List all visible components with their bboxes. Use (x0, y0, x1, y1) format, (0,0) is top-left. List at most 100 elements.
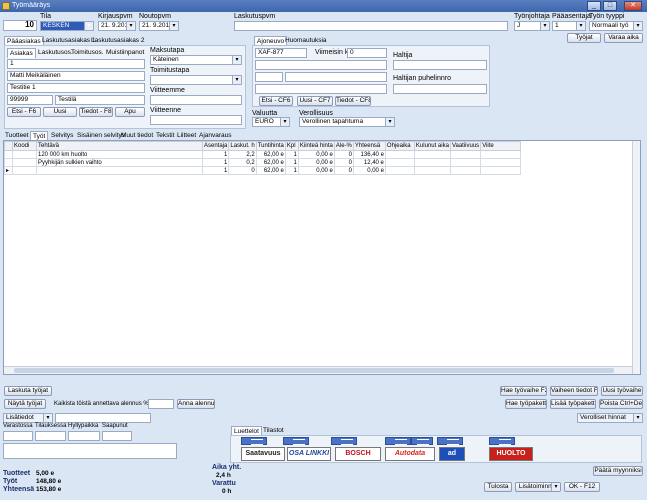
column-header[interactable]: Viite (480, 141, 522, 151)
table-cell[interactable] (480, 166, 522, 175)
hae-tyovaihe-button[interactable]: Hae työvaihe F2 (500, 386, 547, 396)
tyojohtaja-select[interactable]: J (514, 21, 550, 31)
column-header[interactable]: Koodi (12, 141, 37, 151)
horizontal-scrollbar[interactable] (4, 366, 632, 374)
viitteenne-field[interactable] (150, 115, 242, 125)
table-cell[interactable] (36, 166, 203, 175)
table-cell[interactable]: 1 (201, 166, 230, 175)
vehicle-type-field[interactable] (285, 72, 387, 82)
table-cell[interactable] (384, 150, 415, 159)
table-cell[interactable] (449, 150, 482, 159)
subtab-muistiinpanot[interactable]: Muistiinpanot (104, 48, 146, 57)
close-icon[interactable]: ✕ (624, 1, 642, 11)
laskutuspvm-field[interactable] (234, 21, 508, 31)
column-header[interactable]: Ale-% (333, 141, 354, 151)
saatavuus-link[interactable]: Saatavuus (241, 447, 285, 461)
laskuta-tyojat-button[interactable]: Laskuta työjat (4, 386, 52, 396)
anna-alennus-button[interactable]: Anna alennus (177, 399, 215, 409)
column-header[interactable]: Ohjeaika (384, 141, 415, 151)
vehicle-new-button[interactable]: Uusi - CF7 (297, 96, 333, 106)
subtab-asiakas[interactable]: Asiakas (7, 48, 36, 58)
table-cell[interactable] (384, 158, 415, 167)
row-selector[interactable] (4, 150, 13, 159)
table-cell[interactable]: 2,2 (228, 150, 257, 159)
ad-link[interactable]: ad (439, 447, 465, 461)
tab-huomautuksia[interactable]: Huomautuksia (283, 36, 329, 45)
ok-button[interactable]: OK - F12 (564, 482, 600, 492)
tyojat-button[interactable]: Työjat (567, 33, 601, 43)
haltija-field[interactable] (393, 60, 487, 70)
table-cell[interactable]: 1 (201, 150, 230, 159)
column-header[interactable]: Yhteensä (352, 141, 386, 151)
verollisuus-select[interactable]: Verollinen tapahtuma (299, 117, 395, 127)
customer-city-field[interactable]: Testilä (55, 95, 145, 105)
customer-name-field[interactable]: Matti Meikäläinen (7, 71, 145, 81)
table-cell[interactable] (12, 150, 37, 159)
tab-tekstit[interactable]: Tekstit (154, 131, 176, 140)
table-cell[interactable]: Pyyhkijän sulkien vaihto (36, 158, 203, 167)
viimeisin-km-field[interactable]: 0 (347, 48, 387, 58)
paata-myynniksi-button[interactable]: Päätä myynniksi (593, 466, 643, 476)
vehicle-details-button[interactable]: Tiedot - CF8 (335, 96, 371, 106)
vehicle-extra-field[interactable] (255, 84, 387, 94)
paaasentaja-select[interactable]: 1 (552, 21, 586, 31)
table-cell[interactable] (480, 150, 522, 159)
table-cell[interactable] (480, 158, 522, 167)
table-cell[interactable] (449, 158, 482, 167)
table-cell[interactable]: 1 (284, 166, 299, 175)
lisatoiminnot-button[interactable]: Lisätoiminnot (515, 482, 561, 492)
customer-details-button[interactable]: Tiedot - F8 (79, 107, 113, 117)
varaa-aika-button[interactable]: Varaa aika (604, 33, 643, 43)
toimitustapa-select[interactable] (150, 75, 242, 85)
nayta-tyojat-button[interactable]: Näytä työjat (4, 399, 46, 409)
table-cell[interactable]: 0,00 e (352, 166, 386, 175)
table-cell[interactable] (413, 158, 451, 167)
lisaa-tyopaketti-button[interactable]: Lisää työpaketti (550, 399, 596, 409)
table-cell[interactable]: 62,00 e (255, 166, 286, 175)
table-cell[interactable]: 0 (333, 158, 354, 167)
vehicle-year-field[interactable] (255, 72, 283, 82)
tab-muut-tiedot[interactable]: Muut tiedot (119, 131, 155, 140)
poista-button[interactable]: Poista Ctrl+Del (599, 399, 643, 409)
column-header[interactable]: Tuntihinta (255, 141, 286, 151)
customer-address-field[interactable]: Testitie 1 (7, 83, 145, 93)
bosch-link[interactable]: BOSCH (335, 447, 381, 461)
customer-search-button[interactable]: Etsi - F6 (7, 107, 41, 117)
table-cell[interactable]: 1 (284, 158, 299, 167)
lisatiedot-expander[interactable]: Lisätiedot (3, 413, 53, 423)
tab-tuotteet[interactable]: Tuotteet (3, 131, 31, 140)
maximize-icon[interactable]: □ (603, 1, 617, 11)
valuutta-select[interactable]: EURO (252, 117, 290, 127)
tab-laskutusasiakas-2[interactable]: Laskutusasiakas 2 (89, 36, 146, 45)
table-cell[interactable]: 0,00 e (297, 166, 335, 175)
kirjauspvm-field[interactable]: 21. 9.2012 (98, 21, 136, 31)
autodata-link[interactable]: Autodata (385, 447, 435, 461)
table-cell[interactable]: 0,00 e (297, 158, 335, 167)
table-cell[interactable]: 120 000 km huolto (36, 150, 203, 159)
row-selector[interactable]: ▸ (4, 166, 13, 175)
customer-postal-field[interactable]: 99999 (7, 95, 53, 105)
vehicle-search-button[interactable]: Etsi - CF6 (259, 96, 293, 106)
osalinkki-link[interactable]: OSA LINKKI (287, 447, 331, 461)
column-header[interactable]: Tehtävä (36, 141, 203, 151)
verolliset-hinnat-select[interactable]: Verolliset hinnat (577, 413, 643, 423)
tyon-tyyppi-select[interactable]: Normaali työ (589, 21, 643, 31)
table-cell[interactable] (12, 158, 37, 167)
vaiheen-tiedot-button[interactable]: Vaiheen tiedot F4 (550, 386, 598, 396)
table-cell[interactable]: 12,40 e (352, 158, 386, 167)
table-cell[interactable]: 136,40 e (352, 150, 386, 159)
table-cell[interactable]: 0,2 (228, 158, 257, 167)
column-header[interactable]: Kpl (284, 141, 299, 151)
noutopvm-field[interactable]: 21. 9.2012 (139, 21, 179, 31)
customer-id-field[interactable]: 1 (7, 59, 145, 69)
table-cell[interactable] (413, 166, 451, 175)
column-header[interactable]: Vaatiivuus (449, 141, 482, 151)
hae-tyopaketti-button[interactable]: Hae työpaketti (505, 399, 547, 409)
column-header[interactable]: Asentaja (201, 141, 230, 151)
discount-field[interactable] (148, 399, 174, 409)
tab-ajanvaraus[interactable]: Ajanvaraus (197, 131, 234, 140)
table-cell[interactable]: 0 (228, 166, 257, 175)
table-cell[interactable]: 62,00 e (255, 150, 286, 159)
table-cell[interactable]: 1 (284, 150, 299, 159)
uusi-tyovaihe-button[interactable]: Uusi työvaihe (601, 386, 643, 396)
